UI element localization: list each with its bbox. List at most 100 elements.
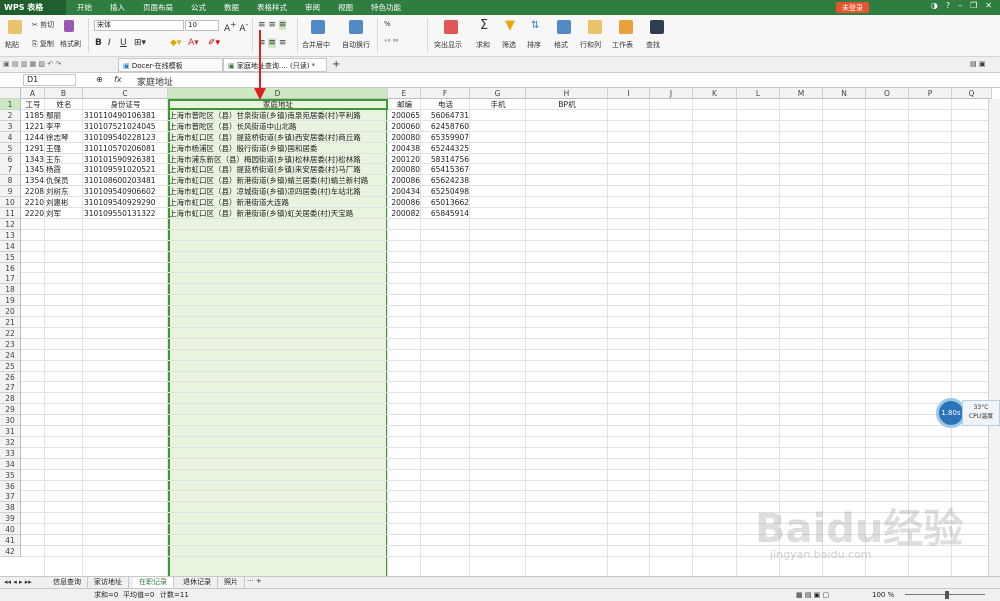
menu-8[interactable]: 特色功能: [362, 2, 410, 13]
row-header[interactable]: 33: [0, 447, 21, 459]
row-header[interactable]: 7: [0, 164, 21, 176]
row-header[interactable]: 13: [0, 229, 21, 241]
menu-0[interactable]: 开始: [68, 2, 101, 13]
filter-button[interactable]: 筛选: [502, 40, 516, 50]
highlight-button[interactable]: 突出显示: [434, 40, 462, 50]
table-cell[interactable]: 1343: [21, 154, 45, 165]
column-header-L[interactable]: L: [737, 88, 780, 99]
table-cell[interactable]: 2210: [21, 197, 45, 208]
column-header-A[interactable]: A: [21, 88, 45, 99]
skin-icon[interactable]: ◑: [931, 1, 938, 10]
row-header[interactable]: 35: [0, 469, 21, 481]
table-cell[interactable]: 上海市虹口区（县）凉城街道(乡镇)凉四居委(村)车站北路: [168, 186, 388, 197]
paste-button[interactable]: 粘贴: [5, 40, 19, 50]
column-header-P[interactable]: P: [909, 88, 952, 99]
row-header[interactable]: 12: [0, 218, 21, 230]
row-header[interactable]: 3: [0, 120, 21, 132]
menu-7[interactable]: 视图: [329, 2, 362, 13]
table-cell[interactable]: 上海市虹口区（县）提篮桥街道(乡镇)来安居委(村)马厂路: [168, 164, 388, 175]
menu-2[interactable]: 页面布局: [134, 2, 182, 13]
table-cell[interactable]: 200065: [388, 110, 421, 121]
more-sheets-icon[interactable]: ··· +: [247, 577, 262, 585]
header-cell[interactable]: 工号: [21, 99, 45, 110]
table-cell[interactable]: 65244325: [421, 143, 470, 154]
format-button[interactable]: 格式: [554, 40, 568, 50]
table-cell[interactable]: 刘惠彬: [45, 197, 83, 208]
worksheet-icon[interactable]: [619, 20, 633, 34]
table-cell[interactable]: 65624238: [421, 175, 470, 186]
table-cell[interactable]: 200080: [388, 132, 421, 143]
row-header[interactable]: 16: [0, 262, 21, 274]
table-cell[interactable]: 65845914: [421, 208, 470, 219]
row-header[interactable]: 40: [0, 524, 21, 536]
row-header[interactable]: 5: [0, 142, 21, 154]
sort-button[interactable]: 排序: [527, 40, 541, 50]
column-header-N[interactable]: N: [823, 88, 866, 99]
table-cell[interactable]: 200434: [388, 186, 421, 197]
table-cell[interactable]: 1354: [21, 175, 45, 186]
minimize-icon[interactable]: –: [958, 1, 962, 10]
table-cell[interactable]: 200082: [388, 208, 421, 219]
table-cell[interactable]: 上海市虹口区（县）提篮桥街道(乡镇)西安居委(村)商丘路: [168, 132, 388, 143]
row-header[interactable]: 17: [0, 273, 21, 285]
table-cell[interactable]: 上海市虹口区（县）新港街道大连路: [168, 197, 388, 208]
table-cell[interactable]: 310109540906602: [83, 186, 168, 197]
table-cell[interactable]: 200438: [388, 143, 421, 154]
quick-access-icons[interactable]: ▣ ▤ ▥ ▦ ▧ ↶ ↷: [3, 60, 61, 68]
table-cell[interactable]: 310109540228123: [83, 132, 168, 143]
table-cell[interactable]: 1185: [21, 110, 45, 121]
zoom-level[interactable]: 100 %: [872, 589, 894, 601]
table-cell[interactable]: 310109550131322: [83, 208, 168, 219]
row-header[interactable]: 4: [0, 131, 21, 143]
header-cell[interactable]: 电话: [421, 99, 470, 110]
table-cell[interactable]: 62458760: [421, 121, 470, 132]
row-header[interactable]: 27: [0, 382, 21, 394]
align-top-icon[interactable]: ≡ ≡ ≡: [258, 20, 287, 30]
help-icon[interactable]: ?: [946, 1, 950, 10]
doc-tab-current[interactable]: ▣ 家庭地址查询.... (只读) *: [223, 58, 327, 72]
row-header[interactable]: 10: [0, 197, 21, 209]
row-header[interactable]: 18: [0, 284, 21, 296]
column-header-K[interactable]: K: [693, 88, 737, 99]
restore-icon[interactable]: ❐: [970, 1, 977, 10]
table-cell[interactable]: 200060: [388, 121, 421, 132]
row-header[interactable]: 26: [0, 371, 21, 383]
column-header-D[interactable]: D: [168, 88, 388, 99]
table-cell[interactable]: 310109540929290: [83, 197, 168, 208]
row-header[interactable]: 23: [0, 338, 21, 350]
fill-color-icon[interactable]: ◆▾: [170, 38, 181, 48]
login-button[interactable]: 未登录: [836, 2, 869, 13]
column-header-H[interactable]: H: [526, 88, 608, 99]
table-cell[interactable]: 王东: [45, 154, 83, 165]
decimal-icon[interactable]: ⁺⁰ ⁰⁰: [384, 38, 398, 46]
header-cell[interactable]: 邮编: [388, 99, 421, 110]
font-size-select[interactable]: 10: [185, 20, 219, 31]
find-button[interactable]: 查找: [646, 40, 660, 50]
wrap-button[interactable]: 自动换行: [342, 40, 370, 50]
tab-menu-icon[interactable]: ▤ ▣: [970, 60, 985, 68]
sheet-nav-icons[interactable]: ◂◂ ◂ ▸ ▸▸: [4, 578, 32, 586]
table-cell[interactable]: 王强: [45, 143, 83, 154]
row-header[interactable]: 38: [0, 502, 21, 514]
table-cell[interactable]: 310108600203481: [83, 175, 168, 186]
table-cell[interactable]: 1291: [21, 143, 45, 154]
sheet-tab-3[interactable]: 退休记录: [177, 577, 218, 588]
zoom-slider-thumb[interactable]: [945, 591, 949, 599]
table-cell[interactable]: 上海市浦东新区（县）梅园街道(乡镇)松林居委(村)松林路: [168, 154, 388, 165]
fx-button[interactable]: fx: [114, 75, 122, 84]
row-header[interactable]: 30: [0, 415, 21, 427]
row-header[interactable]: 42: [0, 545, 21, 557]
format-painter-icon[interactable]: [64, 20, 74, 32]
highlight-icon[interactable]: [444, 20, 458, 34]
table-cell[interactable]: 上海市普陀区（县）长风街道中山北路: [168, 121, 388, 132]
bold-button[interactable]: B: [95, 38, 102, 48]
table-cell[interactable]: 1244: [21, 132, 45, 143]
format-painter-button[interactable]: 格式刷: [60, 39, 81, 49]
row-header[interactable]: 9: [0, 186, 21, 198]
row-header[interactable]: 11: [0, 208, 21, 219]
sheet-tab-4[interactable]: 照片: [218, 577, 245, 588]
header-cell[interactable]: 手机: [470, 99, 526, 110]
merge-icon[interactable]: [311, 20, 325, 34]
sort-icon[interactable]: ⇅: [531, 20, 539, 31]
close-icon[interactable]: ✕: [985, 1, 992, 10]
